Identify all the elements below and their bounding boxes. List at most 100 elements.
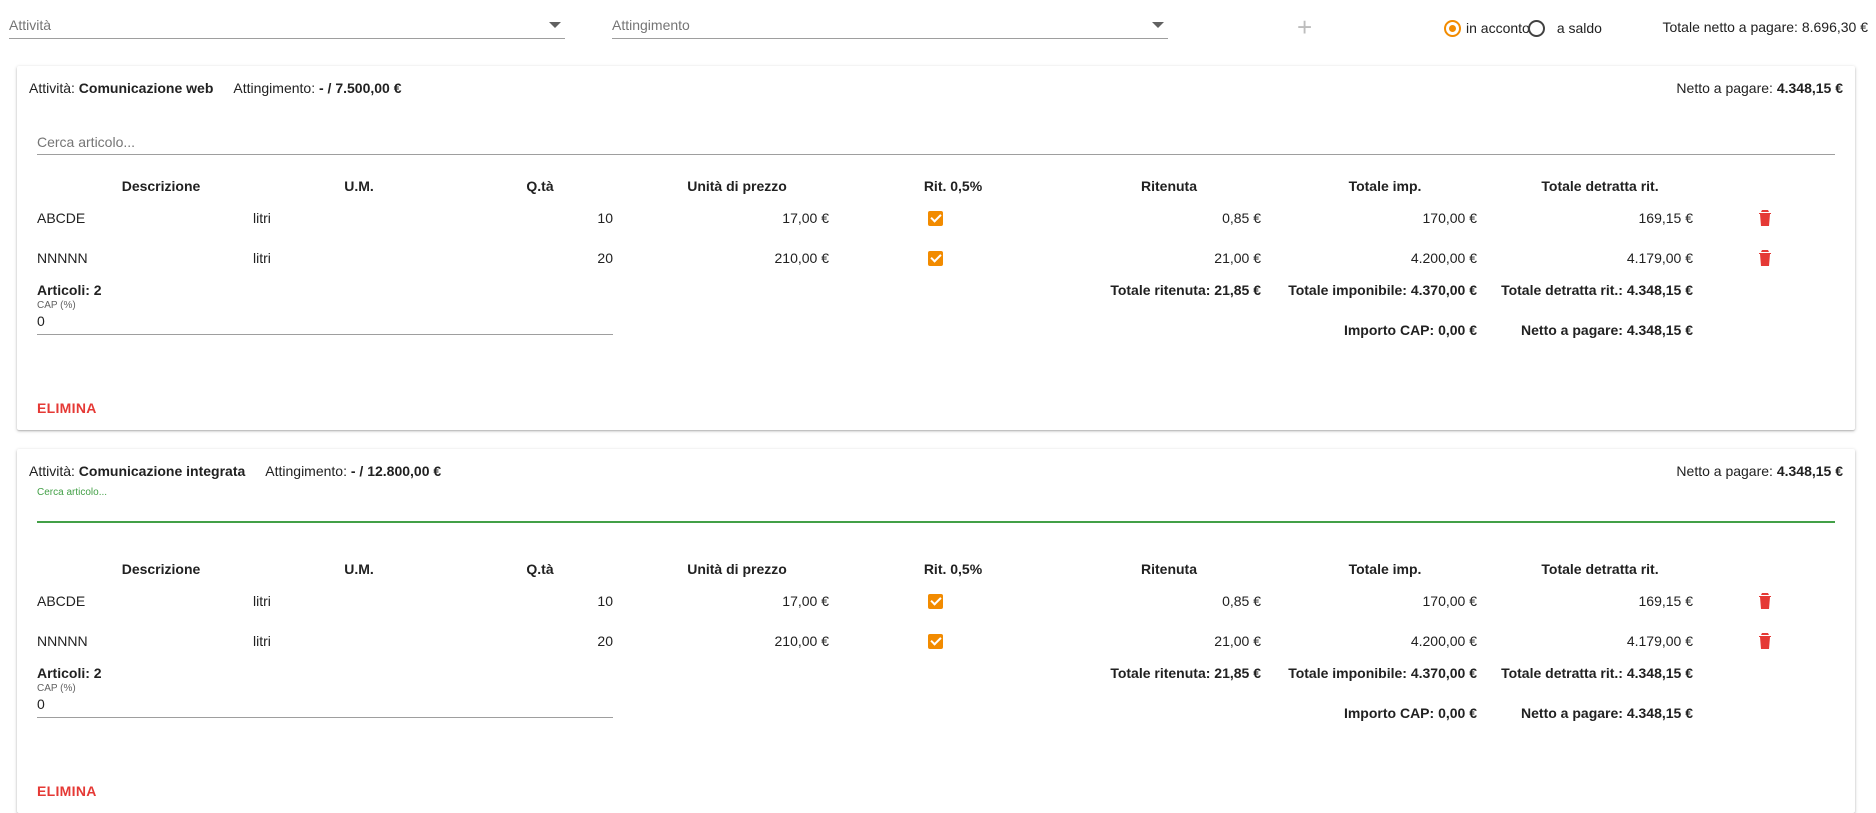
row-ritenuta: 0,85 € <box>1222 210 1261 226</box>
trash-icon[interactable] <box>1758 209 1772 227</box>
add-activity-button[interactable]: + <box>1297 14 1312 40</box>
column-header-rit: Rit. 0,5% <box>923 561 983 577</box>
row-totale-detratta: 169,15 € <box>1638 593 1694 609</box>
row-description: ABCDE <box>37 593 86 609</box>
grand-total-value: 8.696,30 € <box>1801 19 1868 35</box>
activity-label: Attività: <box>29 463 75 479</box>
row-unit: litri <box>253 210 271 226</box>
column-header-ritenuta: Ritenuta <box>1141 561 1197 577</box>
activity-card: Attività: Comunicazione integrata Attingi… <box>17 449 1855 813</box>
row-ritenuta: 21,00 € <box>1214 633 1261 649</box>
row-totale-imp: 170,00 € <box>1422 593 1478 609</box>
totale-imponibile: Totale imponibile: 4.370,00 € <box>1288 282 1477 298</box>
column-header-totale-detratta: Totale detratta rit. <box>1541 178 1659 194</box>
column-header-rit: Rit. 0,5% <box>923 178 983 194</box>
column-header-unit-price: Unità di prezzo <box>687 561 787 577</box>
card-header: Attività: Comunicazione web Attingimento:… <box>29 80 402 96</box>
row-description: ABCDE <box>37 210 86 226</box>
activity-select[interactable]: Attività <box>9 8 565 39</box>
column-header-unit-price: Unità di prezzo <box>687 178 787 194</box>
grand-total: Totale netto a pagare: 8.696,30 € <box>1663 19 1869 35</box>
search-article-input[interactable]: Cerca articolo... <box>37 485 1835 523</box>
trash-icon[interactable] <box>1758 249 1772 267</box>
column-header-totale-detratta: Totale detratta rit. <box>1541 561 1659 577</box>
netto-a-pagare: Netto a pagare: 4.348,15 € <box>1521 705 1693 721</box>
delete-activity-button[interactable]: ELIMINA <box>37 783 97 799</box>
column-header-totale-imp: Totale imp. <box>1348 178 1422 194</box>
checkbox-checked-icon[interactable] <box>928 251 943 266</box>
cap-label: CAP (%) <box>37 300 76 311</box>
cap-value: 0 <box>37 696 45 712</box>
activity-name: Comunicazione integrata <box>78 463 246 479</box>
totale-ritenuta: Totale ritenuta: 21,85 € <box>1110 665 1261 681</box>
search-article-input[interactable]: Cerca articolo... <box>37 128 1835 155</box>
activity-name: Comunicazione web <box>78 80 214 96</box>
row-totale-detratta: 169,15 € <box>1638 210 1694 226</box>
payment-type-radio-group: in acconto a saldo <box>1444 17 1602 39</box>
search-article-placeholder: Cerca articolo... <box>37 134 136 150</box>
radio-in-acconto-label: in acconto <box>1466 20 1530 36</box>
attingimento-value: - / 7.500,00 € <box>318 80 402 96</box>
activity-label: Attività: <box>29 80 75 96</box>
radio-in-acconto[interactable] <box>1444 19 1461 37</box>
delete-activity-button[interactable]: ELIMINA <box>37 400 97 416</box>
totale-detratta-rit: Totale detratta rit.: 4.348,15 € <box>1501 665 1693 681</box>
row-unit: litri <box>253 250 271 266</box>
checkbox-checked-icon[interactable] <box>928 211 943 226</box>
row-quantity[interactable]: 20 <box>497 250 613 266</box>
trash-icon[interactable] <box>1758 632 1772 650</box>
netto-a-pagare: Netto a pagare: 4.348,15 € <box>1521 322 1693 338</box>
row-quantity[interactable]: 10 <box>497 593 613 609</box>
net-value: 4.348,15 € <box>1776 80 1843 96</box>
trash-icon[interactable] <box>1758 592 1772 610</box>
net-label: Netto a pagare: <box>1676 80 1773 96</box>
importo-cap: Importo CAP: 0,00 € <box>1343 705 1477 721</box>
grand-total-label: Totale netto a pagare: <box>1662 19 1798 35</box>
attingimento-label: Attingimento: <box>265 463 347 479</box>
row-unit-price[interactable]: 210,00 € <box>697 633 830 649</box>
cap-label: CAP (%) <box>37 683 76 694</box>
attingimento-select[interactable]: Attingimento <box>612 8 1168 39</box>
row-totale-imp: 170,00 € <box>1422 210 1478 226</box>
card-net-total: Netto a pagare: 4.348,15 € <box>1676 463 1843 479</box>
row-ritenuta: 0,85 € <box>1222 593 1261 609</box>
checkbox-checked-icon[interactable] <box>928 634 943 649</box>
row-unit: litri <box>253 633 271 649</box>
activity-select-placeholder: Attività <box>9 17 52 33</box>
net-label: Netto a pagare: <box>1676 463 1773 479</box>
attingimento-select-placeholder: Attingimento <box>612 17 690 33</box>
card-net-total: Netto a pagare: 4.348,15 € <box>1676 80 1843 96</box>
totale-imponibile: Totale imponibile: 4.370,00 € <box>1288 665 1477 681</box>
articoli-count: Articoli: 2 <box>37 665 102 681</box>
radio-a-saldo-label: a saldo <box>1556 20 1602 36</box>
row-unit-price[interactable]: 17,00 € <box>697 210 829 226</box>
row-totale-detratta: 4.179,00 € <box>1626 633 1693 649</box>
attingimento-label: Attingimento: <box>233 80 316 96</box>
row-unit-price[interactable]: 210,00 € <box>697 250 830 266</box>
row-totale-imp: 4.200,00 € <box>1410 633 1477 649</box>
totale-detratta-rit: Totale detratta rit.: 4.348,15 € <box>1501 282 1693 298</box>
row-totale-detratta: 4.179,00 € <box>1626 250 1693 266</box>
row-totale-imp: 4.200,00 € <box>1410 250 1477 266</box>
checkbox-checked-icon[interactable] <box>928 594 943 609</box>
net-value: 4.348,15 € <box>1776 463 1843 479</box>
radio-a-saldo[interactable] <box>1527 19 1545 37</box>
cap-input[interactable]: 0 <box>37 695 613 718</box>
chevron-down-icon <box>549 22 561 28</box>
search-article-label: Cerca articolo... <box>37 487 108 498</box>
importo-cap: Importo CAP: 0,00 € <box>1343 322 1477 338</box>
row-quantity[interactable]: 20 <box>497 633 613 649</box>
row-description: NNNNN <box>37 250 88 266</box>
column-header-ritenuta: Ritenuta <box>1141 178 1197 194</box>
row-ritenuta: 21,00 € <box>1214 250 1261 266</box>
card-header: Attività: Comunicazione integrata Attingi… <box>29 463 441 479</box>
articoli-count: Articoli: 2 <box>37 282 102 298</box>
column-header-totale-imp: Totale imp. <box>1348 561 1422 577</box>
row-quantity[interactable]: 10 <box>497 210 613 226</box>
row-description: NNNNN <box>37 633 88 649</box>
row-unit-price[interactable]: 17,00 € <box>697 593 829 609</box>
cap-value: 0 <box>37 313 45 329</box>
chevron-down-icon <box>1152 22 1164 28</box>
cap-input[interactable]: 0 <box>37 312 613 335</box>
totale-ritenuta: Totale ritenuta: 21,85 € <box>1110 282 1261 298</box>
